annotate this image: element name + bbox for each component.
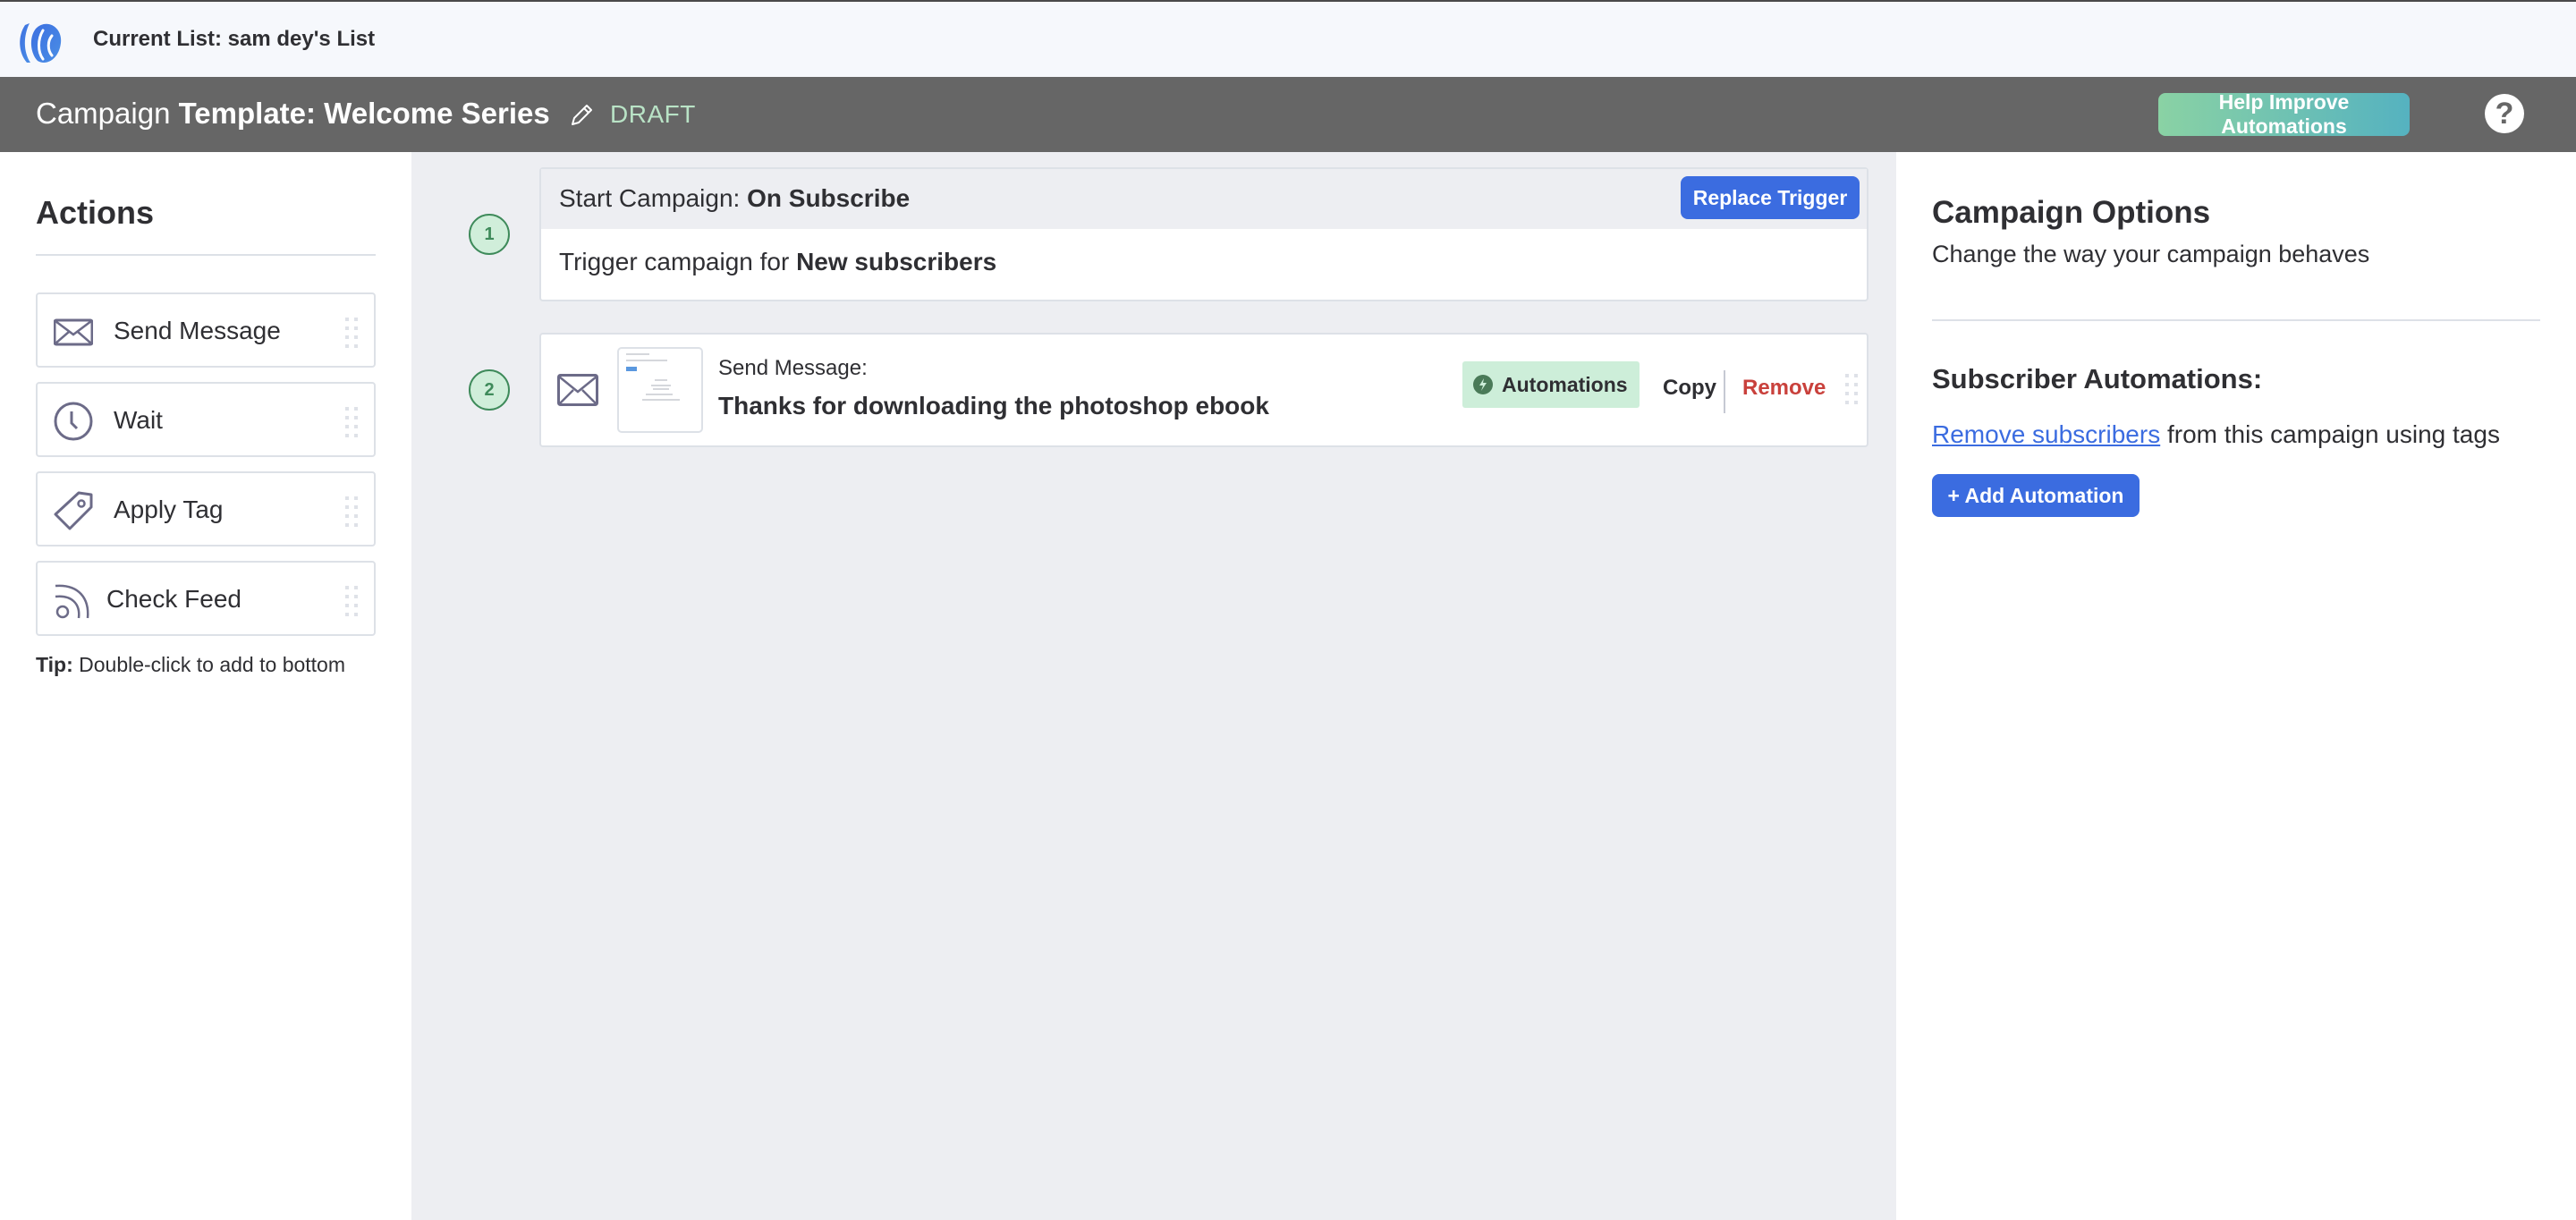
drag-handle-icon[interactable] [345, 496, 360, 527]
rss-feed-icon [55, 584, 89, 619]
trigger-title-prefix: Start Campaign: [559, 184, 748, 212]
replace-trigger-button[interactable]: Replace Trigger [1681, 176, 1860, 219]
workflow-canvas: 1 Start Campaign: On Subscribe Replace T… [411, 152, 1896, 1220]
campaign-options-panel: Campaign Options Change the way your cam… [1896, 152, 2576, 1220]
trigger-card[interactable]: Start Campaign: On Subscribe Replace Tri… [539, 167, 1868, 301]
action-label: Apply Tag [114, 496, 224, 523]
remove-button[interactable]: Remove [1742, 376, 1826, 401]
trigger-card-header: Start Campaign: On Subscribe Replace Tri… [541, 169, 1867, 229]
remove-subscribers-link[interactable]: Remove subscribers [1932, 420, 2160, 448]
step-number-2: 2 [469, 369, 510, 411]
action-check-feed[interactable]: Check Feed [36, 561, 376, 636]
tip-label: Tip: [36, 653, 73, 676]
current-list-label[interactable]: Current List: sam dey's List [93, 27, 375, 52]
send-message-card[interactable]: Send Message: Thanks for downloading the… [539, 333, 1868, 447]
actions-title: Actions [36, 194, 155, 231]
trigger-description: Trigger campaign for New subscribers [559, 248, 996, 276]
action-label: Check Feed [106, 585, 242, 613]
automations-badge-label: Automations [1502, 372, 1628, 396]
campaign-options-subtitle: Change the way your campaign behaves [1932, 241, 2370, 267]
clock-icon [54, 402, 93, 441]
drag-handle-icon[interactable] [1845, 374, 1860, 404]
campaign-title-name: Template: Welcome Series [178, 97, 550, 130]
help-improve-automations-button[interactable]: Help Improve Automations [2158, 90, 2410, 138]
envelope-icon [54, 318, 93, 346]
action-label: Send Message [114, 317, 281, 344]
divider [36, 254, 376, 256]
automations-badge[interactable]: Automations [1462, 361, 1640, 408]
top-bar: Current List: sam dey's List [0, 0, 2576, 77]
drag-handle-icon[interactable] [345, 318, 360, 348]
action-label: Wait [114, 406, 163, 434]
pencil-icon[interactable] [567, 101, 596, 130]
campaign-title: Campaign Template: Welcome Series [36, 97, 596, 131]
message-thumbnail[interactable] [617, 347, 703, 433]
copy-button[interactable]: Copy [1663, 376, 1716, 401]
subscriber-automations-title: Subscriber Automations: [1932, 363, 2263, 394]
action-wait[interactable]: Wait [36, 382, 376, 457]
subscriber-automations-suffix: from this campaign using tags [2160, 420, 2500, 448]
trigger-body-prefix: Trigger campaign for [559, 248, 797, 275]
divider [1932, 319, 2540, 321]
tag-icon [54, 491, 93, 530]
trigger-title: Start Campaign: On Subscribe [559, 184, 910, 213]
add-automation-button[interactable]: + Add Automation [1932, 474, 2140, 517]
campaign-options-title: Campaign Options [1932, 195, 2211, 230]
help-question-icon[interactable]: ? [2485, 94, 2524, 133]
message-label: Send Message: [718, 356, 868, 380]
subscriber-automations-text: Remove subscribers from this campaign us… [1932, 420, 2500, 449]
actions-panel: Actions Send Message Wait Apply Tag Chec… [0, 152, 411, 1220]
tip-body: Double-click to add to bottom [72, 653, 346, 676]
divider [1724, 370, 1725, 413]
status-badge: DRAFT [610, 100, 696, 128]
action-apply-tag[interactable]: Apply Tag [36, 471, 376, 546]
drag-handle-icon[interactable] [345, 407, 360, 437]
envelope-icon [557, 374, 598, 406]
action-send-message[interactable]: Send Message [36, 292, 376, 368]
lightning-icon [1473, 375, 1493, 394]
message-title[interactable]: Thanks for downloading the photoshop ebo… [718, 392, 1269, 420]
trigger-body-value: New subscribers [796, 248, 997, 275]
app-logo-icon[interactable] [16, 18, 66, 66]
step-number-1: 1 [469, 214, 510, 255]
drag-handle-icon[interactable] [345, 586, 360, 616]
campaign-title-prefix: Campaign [36, 97, 171, 130]
tip-text: Tip: Double-click to add to bottom [36, 653, 345, 677]
trigger-title-value: On Subscribe [747, 184, 911, 212]
